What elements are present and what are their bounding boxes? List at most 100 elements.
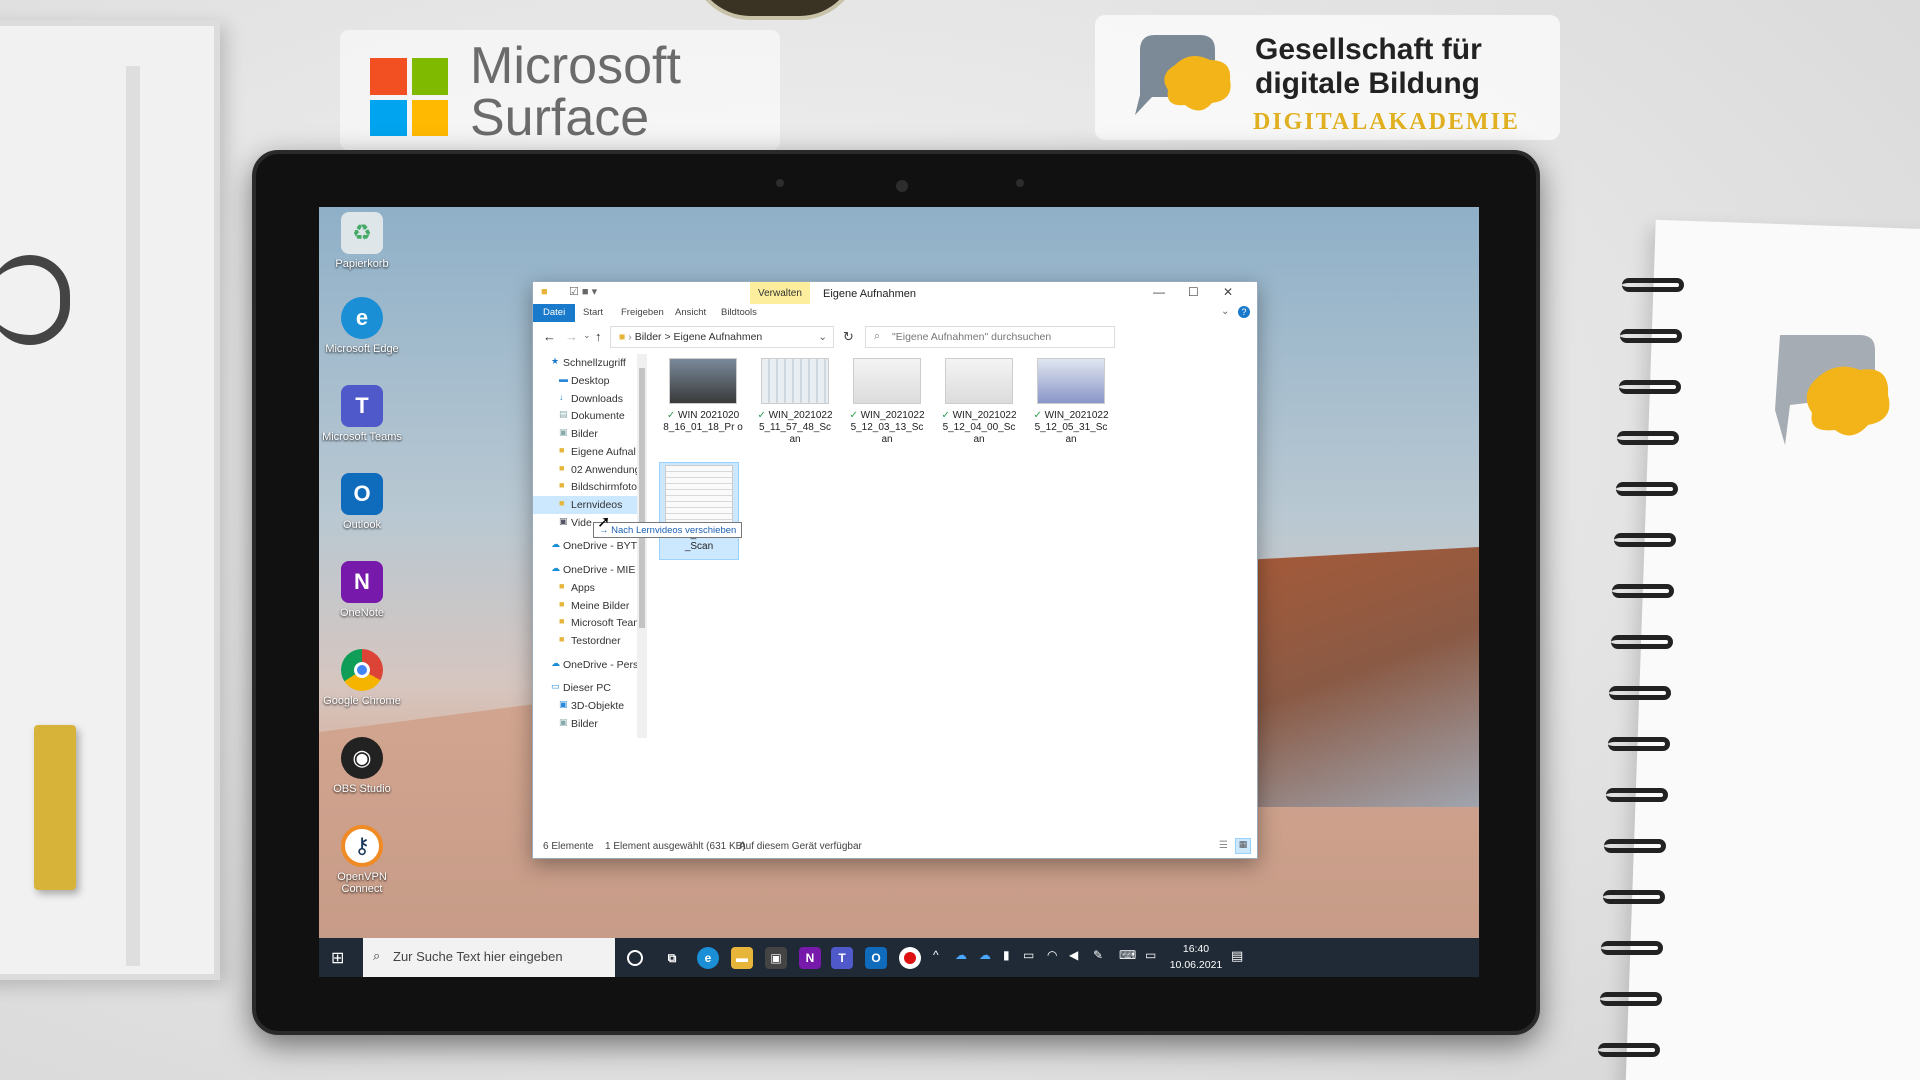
- quick-access-toolbar-icon[interactable]: ☑ ■ ▾: [569, 285, 597, 298]
- desktop-icon-edge[interactable]: e Microsoft Edge: [322, 297, 402, 355]
- ms-line1: Microsoft: [470, 37, 681, 95]
- nav-item[interactable]: ■ Meine Bilder: [533, 597, 639, 615]
- start-icon[interactable]: ⊞: [331, 948, 344, 968]
- notifications-icon[interactable]: ▤: [1231, 948, 1243, 964]
- display-icon[interactable]: ▭: [1145, 948, 1156, 962]
- nav-item[interactable]: ■ 02 Anwendung: [533, 461, 639, 479]
- spiral-ring: [1617, 431, 1680, 445]
- file-tile[interactable]: ✓ WIN_2021022 5_12_03_13_Sc an: [847, 358, 927, 446]
- refresh-icon[interactable]: ↻: [843, 329, 854, 345]
- cortana-icon[interactable]: [627, 950, 643, 966]
- tab-ansicht[interactable]: Ansicht: [669, 304, 712, 322]
- nav-item[interactable]: ☁OneDrive - Person: [533, 656, 639, 674]
- sync-status-icon: ✓: [666, 410, 678, 421]
- nav-scrollbar[interactable]: [637, 354, 647, 738]
- nav-item[interactable]: ▭ Dieser PC: [533, 679, 639, 697]
- up-icon[interactable]: ↑: [595, 329, 602, 344]
- large-icons-view-icon[interactable]: ▦: [1235, 838, 1251, 854]
- nav-item[interactable]: ■ Lernvideos: [533, 496, 639, 514]
- tab-freigeben[interactable]: Freigeben: [615, 304, 670, 322]
- tab-bildtools[interactable]: Bildtools: [715, 304, 763, 322]
- status-selection: 1 Element ausgewählt (631 KB): [605, 841, 746, 852]
- tab-verwalten[interactable]: Verwalten: [750, 282, 810, 304]
- tab-datei[interactable]: Datei: [533, 304, 576, 322]
- nav-item-label: Schnellzugriff: [563, 357, 626, 369]
- nav-item[interactable]: ★ Schnellzugriff: [533, 354, 639, 372]
- title-bar[interactable]: ■ ☑ ■ ▾ Verwalten Eigene Aufnahmen — ☐ ✕: [533, 282, 1257, 304]
- file-explorer-window[interactable]: ■ ☑ ■ ▾ Verwalten Eigene Aufnahmen — ☐ ✕…: [532, 281, 1258, 859]
- chevron-down-icon[interactable]: ⌄: [1221, 306, 1229, 317]
- obs-icon: ◉: [341, 737, 383, 779]
- edge-taskbar-icon[interactable]: e: [697, 947, 719, 969]
- back-icon[interactable]: ←: [543, 329, 556, 344]
- volume-icon[interactable]: ◀: [1069, 948, 1078, 962]
- file-tile[interactable]: ✓ WIN 2021020 8_16_01_18_Pr o: [663, 358, 743, 434]
- taskbar-clock[interactable]: 16:40 10.06.2021: [1161, 941, 1231, 973]
- file-tile[interactable]: ✓ WIN_2021022 5_12_04_00_Sc an: [939, 358, 1019, 446]
- file-tile[interactable]: ✓ WIN_20210 15_Scan: [659, 462, 739, 560]
- desktop-icon-recycle-bin[interactable]: ♻ Papierkorb: [322, 212, 402, 270]
- desktop-icon-obs[interactable]: ◉ OBS Studio: [322, 737, 402, 795]
- nav-item-icon: ▤: [559, 409, 568, 419]
- task-view-icon[interactable]: ⧉: [661, 947, 683, 969]
- keyboard-icon[interactable]: ⌨: [1119, 948, 1136, 962]
- maximize-icon[interactable]: ☐: [1188, 285, 1199, 299]
- desktop-icon-onenote[interactable]: N OneNote: [322, 561, 402, 619]
- navigation-pane[interactable]: ★ Schnellzugriff ▬ Desktop ↓ Downloads ▤ Dokume…: [533, 354, 643, 738]
- onedrive-business-icon[interactable]: ☁: [979, 948, 991, 962]
- details-view-icon[interactable]: ☰: [1219, 840, 1228, 851]
- spiral-ring: [1622, 278, 1684, 292]
- nav-item[interactable]: ↓ Downloads: [533, 390, 639, 408]
- file-thumbnail: [853, 358, 921, 404]
- onedrive-icon[interactable]: ☁: [955, 948, 967, 962]
- nav-item[interactable]: ■ Apps: [533, 579, 639, 597]
- file-tile[interactable]: ✓ WIN_2021022 5_11_57_48_Sc an: [755, 358, 835, 446]
- onenote-taskbar-icon[interactable]: N: [799, 947, 821, 969]
- gdb-line1: Gesellschaft für: [1255, 33, 1482, 66]
- nav-item[interactable]: ☁OneDrive - BYTECI: [533, 537, 639, 555]
- nav-item[interactable]: ■ Microsoft Teams: [533, 614, 639, 632]
- nav-item-label: Desktop: [571, 375, 610, 387]
- forward-icon[interactable]: →: [565, 329, 578, 344]
- nav-item[interactable]: ▣ Bilder: [533, 715, 639, 733]
- recent-dropdown-icon[interactable]: ⌄: [583, 330, 591, 341]
- teams-taskbar-icon[interactable]: T: [831, 947, 853, 969]
- record-icon[interactable]: [899, 947, 921, 969]
- desktop-icon-openvpn[interactable]: ⚷ OpenVPN Connect: [322, 825, 402, 895]
- nav-item[interactable]: ■ Testordner: [533, 632, 639, 650]
- desktop-icon-chrome[interactable]: Google Chrome: [322, 649, 402, 707]
- nav-item[interactable]: ☁OneDrive - MIE Ar: [533, 561, 639, 579]
- desktop-icon-teams[interactable]: T Microsoft Teams: [322, 385, 402, 443]
- nav-item[interactable]: ▤ Dokumente: [533, 407, 639, 425]
- taskbar-search[interactable]: ⌕ Zur Suche Text hier eingeben: [363, 938, 615, 977]
- tab-start[interactable]: Start: [577, 304, 609, 322]
- nav-item[interactable]: ■ Bildschirmfotos: [533, 478, 639, 496]
- close-icon[interactable]: ✕: [1223, 285, 1233, 299]
- outlook-taskbar-icon[interactable]: O: [865, 947, 887, 969]
- breadcrumb-eigene-aufnahmen[interactable]: Eigene Aufnahmen: [674, 331, 763, 343]
- nav-item[interactable]: ▣ Bilder: [533, 425, 639, 443]
- nav-item-label: OneDrive - BYTECI: [563, 540, 639, 552]
- wifi-icon[interactable]: ◠: [1047, 948, 1057, 962]
- breadcrumb-bilder[interactable]: Bilder: [635, 331, 662, 343]
- search-input[interactable]: ⌕ "Eigene Aufnahmen" durchsuchen: [865, 326, 1115, 348]
- microphone-icon[interactable]: ▮: [1003, 948, 1010, 962]
- desktop-icon-outlook[interactable]: O Outlook: [322, 473, 402, 531]
- tray-expand-icon[interactable]: ^: [933, 948, 939, 962]
- address-field[interactable]: ■ › Bilder > Eigene Aufnahmen ⌄: [610, 326, 834, 348]
- nav-item-label: OneDrive - MIE Ar: [563, 564, 639, 576]
- minimize-icon[interactable]: —: [1153, 285, 1165, 299]
- spiral-ring: [1606, 788, 1668, 802]
- explorer-taskbar-icon[interactable]: ▬: [731, 947, 753, 969]
- help-icon[interactable]: ?: [1238, 306, 1250, 318]
- file-tile[interactable]: ✓ WIN_2021022 5_12_05_31_Sc an: [1031, 358, 1111, 446]
- nav-item-icon: ■: [559, 445, 565, 455]
- nav-item[interactable]: ▣ 3D-Objekte: [533, 697, 639, 715]
- pen-icon[interactable]: ✎: [1093, 948, 1103, 962]
- nav-item[interactable]: ▬ Desktop: [533, 372, 639, 390]
- battery-icon[interactable]: ▭: [1023, 948, 1034, 962]
- nav-item-label: Meine Bilder: [571, 600, 630, 612]
- nav-item[interactable]: ■ Eigene Aufnal: [533, 443, 639, 461]
- address-dropdown-icon[interactable]: ⌄: [818, 331, 827, 343]
- store-icon[interactable]: ▣: [765, 947, 787, 969]
